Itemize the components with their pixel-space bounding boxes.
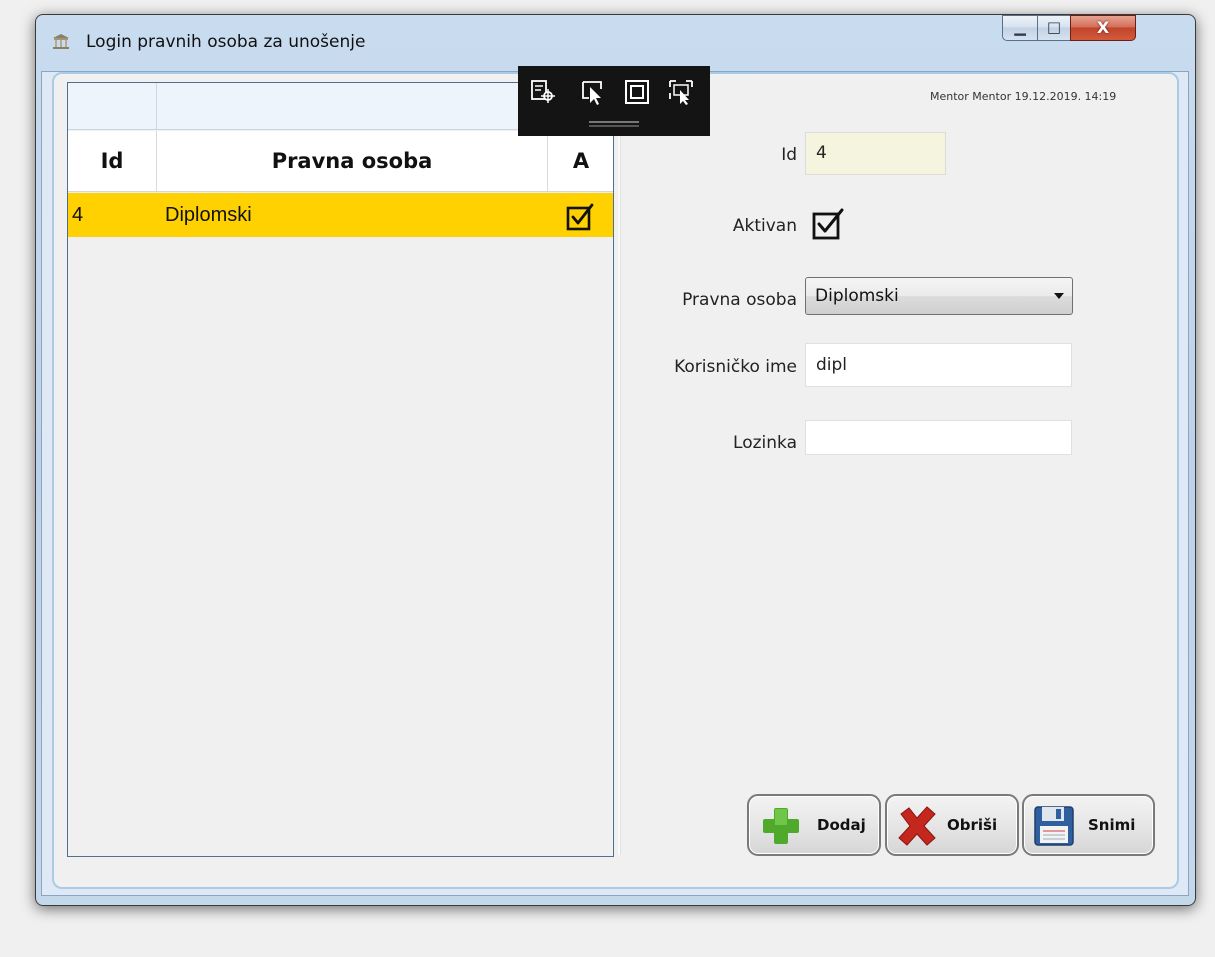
overlay-drag-handle-line [589,125,639,127]
window-title: Login pravnih osoba za unošenje [86,32,366,52]
minimize-button[interactable]: ▁ [1002,15,1038,41]
title-bar[interactable]: Login pravnih osoba za unošenje ▁ □ X [36,15,1195,69]
save-button-label: Snimi [1088,816,1136,834]
save-button[interactable]: Snimi [1022,794,1155,856]
legal-entities-grid[interactable]: Id Pravna osoba A 4 Diplomski [67,82,614,857]
maximize-button[interactable]: □ [1037,15,1071,41]
id-label: Id [781,145,797,165]
maximize-icon: □ [1046,18,1062,36]
inspect-element-icon[interactable] [529,78,557,106]
debug-overlay-toolbar [518,66,710,136]
delete-x-icon [898,806,936,846]
user-timestamp: Mentor Mentor 19.12.2019. 14:19 [930,90,1117,103]
aktivan-checkbox[interactable] [812,207,846,241]
row-id-cell: 4 [72,204,84,226]
close-button[interactable]: X [1070,15,1136,41]
select-element-icon[interactable] [579,78,607,106]
korisnicko-ime-input[interactable]: dipl [805,343,1072,387]
delete-button-label: Obriši [947,816,998,834]
column-header-id[interactable]: Id [68,131,157,191]
pravna-osoba-label: Pravna osoba [682,290,797,310]
panel-splitter[interactable] [618,82,621,855]
row-name-cell: Diplomski [165,204,252,226]
lozinka-input[interactable] [805,420,1072,455]
add-button-label: Dodaj [817,816,866,834]
table-row[interactable]: 4 Diplomski [68,193,613,237]
pravna-osoba-selected-value: Diplomski [815,286,899,306]
grid-header: Id Pravna osoba A [68,131,613,192]
add-button[interactable]: Dodaj [747,794,881,856]
layout-adorner-icon[interactable] [623,78,651,106]
track-focus-icon[interactable] [667,78,695,106]
pravna-osoba-dropdown[interactable]: Diplomski [805,277,1073,315]
close-icon: X [1096,18,1110,37]
grid-filter-divider [156,83,157,129]
lozinka-label: Lozinka [733,433,797,453]
floppy-disk-icon [1034,806,1074,846]
id-field[interactable]: 4 [805,132,946,175]
column-header-pravna-osoba[interactable]: Pravna osoba [157,131,548,191]
column-header-active[interactable]: A [548,131,614,191]
dropdown-arrow-icon [1054,293,1064,299]
delete-button[interactable]: Obriši [885,794,1019,856]
plus-icon [763,808,799,844]
app-building-icon [53,34,69,49]
korisnicko-ime-label: Korisničko ime [674,357,797,377]
row-active-checkbox-icon[interactable] [565,202,595,232]
minimize-icon: ▁ [1014,18,1026,36]
overlay-drag-handle[interactable] [589,121,639,123]
aktivan-label: Aktivan [732,216,797,236]
